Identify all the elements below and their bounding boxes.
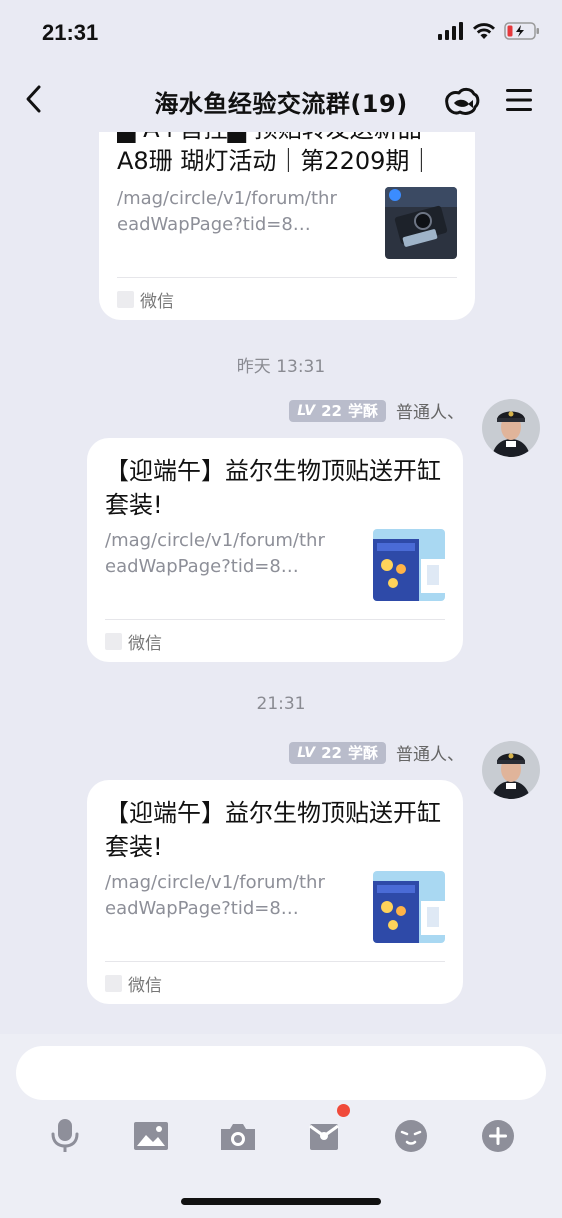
card-source: 微信 — [117, 287, 174, 312]
emoji-button[interactable] — [389, 1114, 433, 1158]
level-number: 22 — [321, 401, 342, 420]
chat-header: 海水鱼经验交流群(19) — [0, 70, 562, 132]
card-divider — [105, 961, 445, 962]
user-avatar-image — [482, 399, 540, 457]
voice-button[interactable] — [43, 1114, 87, 1158]
sender-line: LV 22 学酥 普通人、 — [289, 740, 464, 765]
microphone-icon — [51, 1119, 79, 1152]
level-prefix: LV — [297, 744, 316, 761]
card-thumbnail — [373, 529, 445, 601]
card-link: /mag/circle/v1/forum/threadWapPage?tid=8… — [105, 530, 325, 577]
card-source: 微信 — [105, 971, 162, 996]
battery-low-charging-icon — [504, 22, 539, 40]
level-badge: LV 22 学酥 — [289, 741, 386, 764]
sender-name: 普通人、 — [396, 745, 464, 765]
link-card[interactable]: 【迎端午】益尔生物顶贴送开缸套装! /mag/circle/v1/forum/t… — [87, 780, 463, 1004]
fish-cloud-icon — [445, 87, 480, 115]
card-source-label: 微信 — [140, 292, 174, 312]
hamburger-menu-icon — [506, 89, 532, 111]
card-source-label: 微信 — [128, 976, 162, 996]
link-card[interactable]: ▆ A+首控▆ 预贴转发送新品 A8珊 瑚灯活动｜第2209期｜ /mag/ci… — [99, 132, 475, 320]
source-app-icon — [117, 291, 134, 308]
message-timestamp: 21:31 — [256, 694, 306, 714]
level-prefix: LV — [297, 402, 316, 419]
camera-button[interactable] — [216, 1114, 260, 1158]
card-link: /mag/circle/v1/forum/threadWapPage?tid=8… — [105, 872, 325, 919]
card-divider — [117, 277, 457, 278]
more-button[interactable] — [476, 1114, 520, 1158]
plus-circle-icon — [482, 1120, 514, 1152]
level-title: 学酥 — [347, 402, 378, 420]
wifi-icon — [473, 23, 495, 39]
card-thumbnail — [373, 871, 445, 943]
card-title: A8珊 瑚灯活动｜第2209期｜ — [117, 147, 434, 175]
level-title: 学酥 — [347, 744, 378, 762]
status-time: 21:31 — [42, 20, 99, 45]
avatar[interactable] — [482, 399, 540, 457]
avatar[interactable] — [482, 741, 540, 799]
user-avatar-image — [482, 741, 540, 799]
card-source: 微信 — [105, 629, 162, 654]
pet-button[interactable] — [442, 84, 480, 122]
card-source-label: 微信 — [128, 634, 162, 654]
coral-lamp-image — [385, 187, 457, 259]
product-kit-image — [373, 529, 445, 601]
notification-dot — [337, 1104, 350, 1117]
sender-line: LV 22 学酥 普通人、 — [289, 398, 464, 423]
level-number: 22 — [321, 743, 342, 762]
emoji-icon — [395, 1120, 427, 1152]
status-bar: 21:31 — [0, 0, 562, 70]
chat-area[interactable]: ▆ A+首控▆ 预贴转发送新品 A8珊 瑚灯活动｜第2209期｜ /mag/ci… — [0, 132, 562, 1034]
image-icon — [134, 1122, 168, 1150]
source-app-icon — [105, 975, 122, 992]
menu-button[interactable] — [504, 86, 534, 118]
sender-name: 普通人、 — [396, 403, 464, 423]
source-app-icon — [105, 633, 122, 650]
red-packet-button[interactable] — [302, 1104, 350, 1158]
status-icons — [438, 22, 540, 40]
card-thumbnail — [385, 187, 457, 259]
camera-icon — [221, 1124, 255, 1150]
level-badge: LV 22 学酥 — [289, 399, 386, 422]
card-divider — [105, 619, 445, 620]
message-input[interactable] — [16, 1046, 546, 1100]
composer — [0, 1034, 562, 1218]
composer-toolbar — [0, 1104, 562, 1158]
image-button[interactable] — [129, 1114, 173, 1158]
product-kit-image — [373, 871, 445, 943]
cellular-signal-icon — [438, 22, 463, 40]
card-title: 【迎端午】益尔生物顶贴送开缸套装! — [105, 457, 441, 519]
card-link: /mag/circle/v1/forum/threadWapPage?tid=8… — [117, 188, 337, 235]
link-card[interactable]: 【迎端午】益尔生物顶贴送开缸套装! /mag/circle/v1/forum/t… — [87, 438, 463, 662]
card-title: 【迎端午】益尔生物顶贴送开缸套装! — [105, 799, 441, 861]
home-indicator[interactable] — [181, 1198, 381, 1205]
message-timestamp: 昨天 13:31 — [236, 357, 326, 377]
red-packet-icon — [309, 1124, 339, 1150]
